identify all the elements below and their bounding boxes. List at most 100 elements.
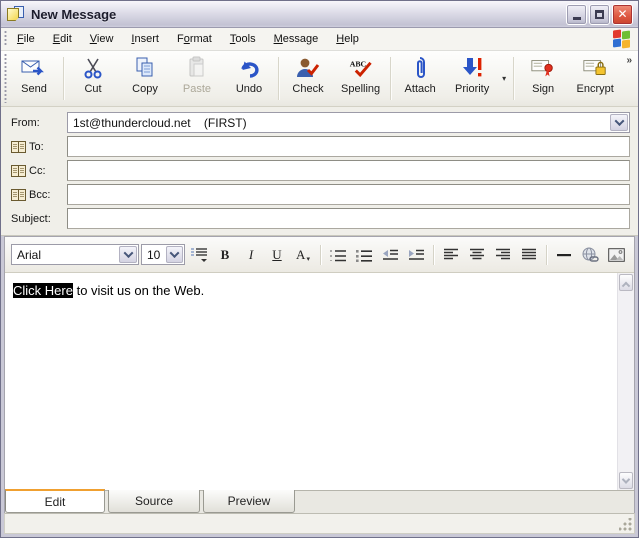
vertical-scrollbar[interactable] — [617, 273, 634, 490]
priority-button[interactable]: Priority — [446, 51, 498, 106]
address-book-icon — [11, 164, 26, 177]
paragraph-style-icon — [191, 247, 207, 262]
message-header-pane: From: 1st@thundercloud.net (FIRST) To: C… — [1, 107, 638, 236]
font-color-button[interactable]: A ▾ — [291, 243, 315, 266]
selected-text[interactable]: Click Here — [13, 283, 73, 298]
bcc-row: Bcc: — [11, 184, 630, 205]
send-button[interactable]: Send — [8, 51, 60, 106]
editor-area: Click Here to visit us on the Web. — [5, 273, 634, 490]
priority-icon — [459, 55, 485, 81]
from-row: From: 1st@thundercloud.net (FIRST) — [11, 112, 630, 133]
bcc-label[interactable]: Bcc: — [11, 188, 67, 201]
spelling-icon: ABC — [348, 55, 374, 81]
cut-icon — [80, 55, 106, 81]
font-color-icon: A — [296, 246, 306, 262]
view-tab-bar: Edit Source Preview — [5, 489, 634, 513]
font-size-combobox[interactable]: 10 — [141, 244, 185, 265]
align-left-button[interactable] — [439, 243, 463, 266]
align-center-icon — [470, 248, 484, 260]
scroll-up-button[interactable] — [619, 274, 633, 291]
decrease-indent-icon — [383, 249, 398, 260]
to-label[interactable]: To: — [11, 140, 67, 153]
cc-label[interactable]: Cc: — [11, 164, 67, 177]
copy-button[interactable]: Copy — [119, 51, 171, 106]
underline-button[interactable]: U — [265, 243, 289, 266]
minimize-button[interactable] — [566, 3, 587, 25]
from-label: From: — [11, 116, 40, 129]
toolbar-overflow-button[interactable]: » — [626, 55, 632, 66]
bold-button[interactable]: B — [213, 243, 237, 266]
tab-source[interactable]: Source — [108, 490, 200, 513]
svg-text:ABC: ABC — [349, 59, 366, 68]
align-center-button[interactable] — [465, 243, 489, 266]
cc-row: Cc: — [11, 160, 630, 181]
menu-tools[interactable]: Tools — [221, 30, 265, 48]
menu-view[interactable]: View — [81, 30, 123, 48]
scroll-down-button[interactable] — [619, 472, 633, 489]
menu-format[interactable]: Format — [168, 30, 221, 48]
status-bar — [4, 513, 635, 534]
picture-icon — [607, 247, 625, 262]
from-dropdown-button[interactable] — [610, 114, 628, 131]
from-account-value: 1st@thundercloud.net (FIRST) — [73, 115, 247, 130]
encrypt-button[interactable]: Encrypt — [569, 51, 621, 106]
toolbar-separator — [278, 57, 279, 100]
compose-area: Arial 10 B I U A ▾ Click Here to visit u… — [4, 236, 635, 513]
align-right-button[interactable] — [491, 243, 515, 266]
menubar-grip[interactable] — [1, 31, 8, 47]
menu-file[interactable]: File — [8, 30, 44, 48]
from-account-combobox[interactable]: 1st@thundercloud.net (FIRST) — [67, 112, 630, 133]
attach-button[interactable]: Attach — [394, 51, 446, 106]
menu-message[interactable]: Message — [265, 30, 328, 48]
check-names-button[interactable]: Check — [282, 51, 334, 106]
close-button[interactable]: ✕ — [612, 3, 633, 25]
font-name-combobox[interactable]: Arial — [11, 244, 139, 265]
tab-edit[interactable]: Edit — [5, 489, 105, 513]
message-body-editor[interactable]: Click Here to visit us on the Web. — [5, 273, 617, 490]
maximize-button[interactable] — [589, 3, 610, 25]
windows-logo-icon — [612, 29, 632, 49]
encrypt-icon — [582, 55, 608, 81]
toolbar-grip[interactable] — [1, 54, 8, 103]
priority-dropdown-arrow[interactable]: ▾ — [498, 74, 510, 83]
bcc-input[interactable] — [67, 184, 630, 205]
address-book-icon — [11, 140, 26, 153]
chevron-down-icon — [169, 248, 180, 259]
menu-help[interactable]: Help — [327, 30, 368, 48]
decrease-indent-button[interactable] — [378, 243, 402, 266]
new-message-window: New Message ✕ File Edit View Insert Form… — [0, 0, 639, 538]
numbered-list-button[interactable] — [326, 243, 350, 266]
insert-hyperlink-button[interactable] — [578, 243, 602, 266]
bullet-list-button[interactable] — [352, 243, 376, 266]
justify-button[interactable] — [517, 243, 541, 266]
undo-button[interactable]: Undo — [223, 51, 275, 106]
check-names-icon — [295, 55, 321, 81]
italic-button[interactable]: I — [239, 243, 263, 266]
formatting-toolbar: Arial 10 B I U A ▾ — [5, 237, 634, 273]
send-icon — [21, 55, 47, 81]
fmt-separator — [320, 244, 321, 265]
cut-button[interactable]: Cut — [67, 51, 119, 106]
subject-input[interactable] — [67, 208, 630, 229]
font-name-value: Arial — [17, 247, 42, 262]
address-book-icon — [11, 188, 26, 201]
font-size-value: 10 — [147, 247, 161, 262]
tab-preview[interactable]: Preview — [203, 490, 295, 513]
increase-indent-button[interactable] — [404, 243, 428, 266]
sign-button[interactable]: Sign — [517, 51, 569, 106]
size-dropdown-button[interactable] — [166, 246, 183, 263]
menu-insert[interactable]: Insert — [122, 30, 168, 48]
to-row: To: — [11, 136, 630, 157]
cc-input[interactable] — [67, 160, 630, 181]
paragraph-style-button[interactable] — [187, 243, 211, 266]
to-input[interactable] — [67, 136, 630, 157]
paste-button: Paste — [171, 51, 223, 106]
menu-edit[interactable]: Edit — [44, 30, 81, 48]
resize-grip[interactable] — [619, 518, 632, 531]
horizontal-line-button[interactable] — [552, 243, 576, 266]
font-dropdown-button[interactable] — [119, 246, 137, 263]
body-text[interactable]: to visit us on the Web. — [73, 283, 205, 298]
hyperlink-globe-icon — [582, 247, 599, 262]
spelling-button[interactable]: ABC Spelling — [334, 51, 387, 106]
insert-picture-button[interactable] — [604, 243, 628, 266]
